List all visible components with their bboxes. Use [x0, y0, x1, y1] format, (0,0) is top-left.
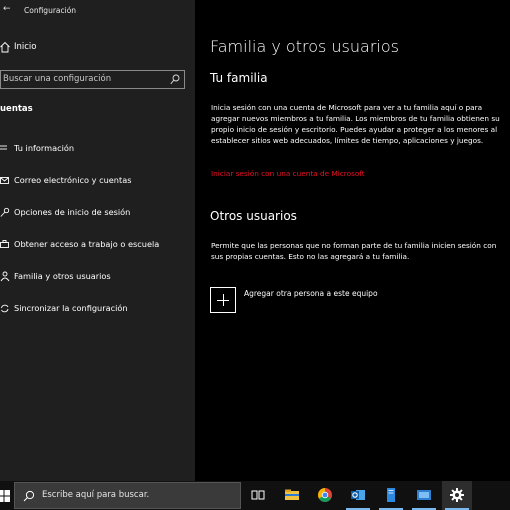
settings-search-input[interactable]: Buscar una configuración [0, 70, 185, 89]
outlook-icon [351, 490, 365, 500]
sidebar-item-family[interactable]: Familia y otros usuarios [0, 266, 195, 288]
sync-icon [1, 304, 9, 313]
taskbar-app-word[interactable] [376, 481, 406, 510]
sidebar-item-label: Correo electrónico y cuentas [14, 175, 132, 185]
search-icon [23, 490, 35, 502]
main-content: Familia y otros usuarios Tu familia Inic… [195, 0, 510, 481]
key-icon [0, 207, 10, 217]
add-person-button[interactable]: Agregar otra persona a este equipo [210, 287, 470, 313]
sidebar-item-label: Tu información [14, 143, 75, 153]
person-icon [0, 145, 7, 150]
chrome-icon [318, 488, 332, 502]
other-users-heading: Otros usuarios [210, 209, 297, 223]
section-title-accounts: uentas [0, 104, 33, 114]
add-person-label: Agregar otra persona a este equipo [244, 289, 378, 298]
sidebar-item-label: Inicio [14, 42, 37, 52]
taskbar-app-settings[interactable] [442, 481, 472, 510]
back-arrow-icon[interactable]: ← [3, 4, 11, 14]
file-explorer-icon [285, 489, 299, 500]
sidebar-item-label: Sincronizar la configuración [14, 303, 128, 313]
page-title: Familia y otros usuarios [210, 37, 399, 56]
family-description: Inicia sesión con una cuenta de Microsof… [211, 103, 500, 145]
plus-icon [210, 287, 236, 313]
sidebar-item-sync[interactable]: Sincronizar la configuración [0, 298, 195, 320]
sidebar-item-label: Opciones de inicio de sesión [14, 207, 131, 217]
taskbar: Escribe aquí para buscar. [0, 481, 510, 510]
windows-logo-icon [0, 490, 10, 502]
microsoft-sign-in-link[interactable]: Iniciar sesión con una cuenta de Microso… [211, 169, 365, 178]
word-icon [387, 488, 395, 502]
title-bar: ← Configuración [0, 0, 195, 22]
taskbar-app-other[interactable] [409, 481, 439, 510]
task-view-icon [251, 490, 265, 500]
taskbar-app-file-explorer[interactable] [277, 481, 307, 510]
sidebar-item-your-info[interactable]: Tu información [0, 138, 195, 160]
sidebar-item-label: Familia y otros usuarios [14, 271, 111, 281]
app-icon [417, 490, 431, 500]
sidebar-item-home[interactable]: Inicio [0, 38, 195, 58]
home-icon [0, 41, 10, 53]
start-button[interactable] [0, 481, 12, 510]
sidebar-item-email[interactable]: Correo electrónico y cuentas [0, 170, 195, 192]
mail-icon [0, 177, 9, 184]
search-placeholder: Buscar una configuración [3, 74, 112, 84]
taskbar-search-placeholder: Escribe aquí para buscar. [42, 490, 150, 500]
family-icon [0, 271, 10, 282]
briefcase-icon [0, 240, 9, 248]
window-title: Configuración [24, 6, 77, 15]
settings-icon [450, 488, 464, 502]
task-view-button[interactable] [243, 481, 273, 510]
sidebar-item-work-school[interactable]: Obtener acceso a trabajo o escuela [0, 234, 195, 256]
taskbar-app-chrome[interactable] [310, 481, 340, 510]
sidebar-item-sign-in-options[interactable]: Opciones de inicio de sesión [0, 202, 195, 224]
other-users-description: Permite que las personas que no forman p… [211, 241, 497, 261]
family-heading: Tu familia [210, 71, 268, 85]
sidebar: ← Configuración Inicio Buscar una config… [0, 0, 195, 481]
taskbar-app-outlook[interactable] [343, 481, 373, 510]
taskbar-search-input[interactable]: Escribe aquí para buscar. [14, 482, 241, 509]
search-icon[interactable] [170, 74, 180, 85]
sidebar-item-label: Obtener acceso a trabajo o escuela [14, 239, 160, 249]
